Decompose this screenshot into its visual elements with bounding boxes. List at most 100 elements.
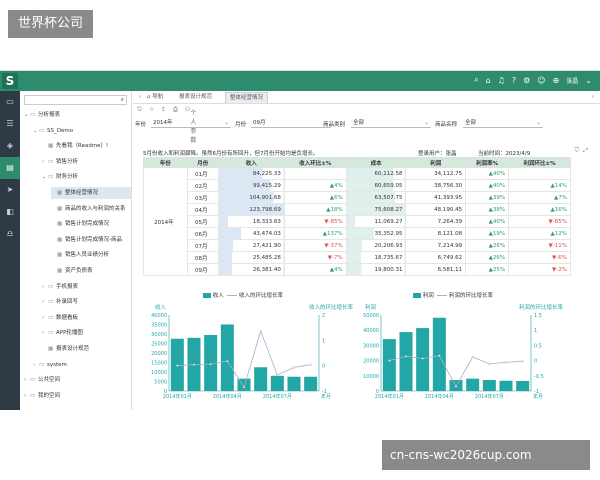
tree-node[interactable]: › ▭ APP轮播图 <box>42 327 131 339</box>
y-tick-label: 30000 <box>363 343 379 349</box>
tab-bar: ‹ ⌂ 导航 报表设计规范 整体经营情况 › <box>133 91 600 104</box>
table-header-cell[interactable]: 收入 <box>217 157 285 168</box>
report-icon[interactable]: ▤ <box>0 157 20 179</box>
tree-node[interactable]: › ▭ 我的空间 <box>24 390 131 402</box>
table-cell-margin: ▲26% <box>465 239 510 252</box>
tab-nav[interactable]: ⌂ 导航 <box>143 92 167 103</box>
tree-node[interactable]: ▦ 商品的收入与利润的关系 <box>51 203 131 215</box>
table-header-cell[interactable]: 成本 <box>345 157 407 168</box>
tree-search-input[interactable]: ⌕ <box>24 95 127 105</box>
table-cell-profit: 6,581.11 <box>405 263 467 276</box>
app-window: S ⌕ ⌂ ♫ ? ⚙ ☺ ⊕ 张晶 ⌄ ▭ ☰ ◈ ▤ ➤ ◧ ♎ ⌕ ⌄▭ 分… <box>0 70 600 410</box>
table-cell-month: 03月 <box>186 191 219 204</box>
table-cell-margin: ▲38% <box>465 203 510 216</box>
tree-node-label: 我的空间 <box>38 392 61 399</box>
legend-bar-swatch <box>203 293 211 298</box>
table-cell-margin: ▲40% <box>465 167 510 180</box>
bell-icon[interactable]: ♫ <box>498 76 505 85</box>
fullscreen-icon[interactable]: ⤢ <box>583 147 588 155</box>
report-icon: ▦ <box>57 252 63 259</box>
bag-icon[interactable]: ◧ <box>0 201 20 223</box>
tree-node[interactable]: ▦ 销售人员业绩分析 <box>51 249 131 261</box>
table-cell-margin: ▲19% <box>465 227 510 240</box>
help-icon[interactable]: ? <box>512 76 516 85</box>
home-icon[interactable]: ⌂ <box>486 76 491 85</box>
app-logo[interactable]: S <box>2 73 18 89</box>
category-select[interactable]: 全部 ⌄ <box>351 118 431 128</box>
language-icon[interactable]: ⊕ <box>553 76 560 85</box>
toolbar: ⎋ ☆ ⇪ ⎙ ⚇ 个人参数 <box>133 104 600 144</box>
table-header-cell[interactable]: 利润 <box>405 157 467 168</box>
tree-node[interactable]: ⌄▭ 财务分析 <box>42 171 131 183</box>
top-bar: S ⌕ ⌂ ♫ ? ⚙ ☺ ⊕ 张晶 ⌄ <box>0 71 600 91</box>
table-header-cell[interactable]: 收入环比±% <box>283 157 347 168</box>
x-tick-label: 2014年07月 <box>475 393 504 400</box>
y-tick-label: 5000 <box>154 380 167 386</box>
folder-icon: ▭ <box>48 330 54 337</box>
table-cell-month: 02月 <box>186 179 219 192</box>
growth-point <box>292 366 296 369</box>
table-cell-cost: 19,800.31 <box>345 263 407 276</box>
folder-icon: ▭ <box>30 377 36 384</box>
back-icon[interactable]: ⎋ <box>137 106 142 114</box>
table-header-cell[interactable]: 年份 <box>143 157 188 168</box>
print-icon[interactable]: ⎙ <box>173 106 178 114</box>
user-name[interactable]: 张晶 <box>566 76 578 85</box>
cube-icon[interactable]: ◈ <box>0 135 20 157</box>
watermark-bottom: cn-cns-wc2026cup.com <box>382 440 590 470</box>
table-body: 2014年 01月 84,225.33 60,112.58 34,112.75 ▲40% 0… <box>143 167 571 276</box>
tree-node[interactable]: › ▭ 补录回写 <box>42 296 131 308</box>
filter-icon[interactable]: ⛉ <box>575 147 580 155</box>
table-cell-profit-mom: ▼-2% <box>508 263 571 276</box>
export-icon[interactable]: ⇪ <box>161 106 166 113</box>
table-cell-margin: ▲26% <box>465 251 510 264</box>
tree-node[interactable]: ▦ 销售计划完成情况-商品 <box>51 234 131 246</box>
legend-label: 利润 <box>422 293 434 299</box>
tree-node[interactable]: › ▭ 销售分析 <box>42 156 131 168</box>
tree-node[interactable]: ⌄▭ SS_Demo <box>33 125 131 137</box>
monitor-icon[interactable]: ▭ <box>0 91 20 113</box>
star-icon[interactable]: ☆ <box>149 106 154 113</box>
name-select[interactable]: 全部 ⌄ <box>463 118 543 128</box>
person-icon[interactable]: ⚇ 个人参数 <box>185 106 196 144</box>
tree-node[interactable]: ▦ 整体经营情况 <box>51 187 131 199</box>
growth-point <box>309 363 312 366</box>
x-tick-label: 2014年04月 <box>425 393 454 400</box>
database-icon[interactable]: ☰ <box>0 113 20 135</box>
tree-node[interactable]: › ▭ 手机报表 <box>42 281 131 293</box>
tab-overview[interactable]: 整体经营情况 <box>225 92 269 103</box>
table-header-cell[interactable]: 月份 <box>186 157 219 168</box>
table-row: 02月 99,415.29 ▲4% 60,659.05 38,756.30 ▲40% ▲14… <box>144 179 571 192</box>
tree-node[interactable]: ⌄▭ 分析报表 <box>24 109 131 121</box>
year-select[interactable]: 2014年 ⌄ <box>151 118 231 128</box>
report-actions: ⛉ ⤢ <box>575 147 588 155</box>
chevron-down-icon[interactable]: ⌄ <box>585 76 592 85</box>
tab-next-icon[interactable]: › <box>588 92 598 103</box>
tree-node[interactable]: ▦ 资产负债表 <box>51 265 131 277</box>
tree-node[interactable]: › ▭ system <box>33 359 131 371</box>
x-tick-label: 2014年01月 <box>163 393 192 400</box>
headset-icon[interactable]: ♎ <box>0 223 20 245</box>
tree-node[interactable]: ▦ 报表设计规范 <box>42 343 131 355</box>
main-panel: ‹ ⌂ 导航 报表设计规范 整体经营情况 › ⎋ ☆ ⇪ ⎙ ⚇ 个人参数 年份 … <box>133 91 600 410</box>
tab-spec[interactable]: 报表设计规范 <box>175 92 216 103</box>
tree-node[interactable]: ▦ 先看我（Readme）! <box>42 140 131 152</box>
table-cell-income: 18,333.63 <box>217 215 285 228</box>
table-header-cell[interactable]: 利润率% <box>465 157 510 168</box>
tree-node[interactable]: › ▭ 公共空间 <box>24 374 131 386</box>
table-cell-cost: 63,507.75 <box>345 191 407 204</box>
settings-icon[interactable]: ⚙ <box>523 76 530 85</box>
send-icon[interactable]: ➤ <box>0 179 20 201</box>
chat-icon[interactable]: ☺ <box>537 76 545 85</box>
chevron-down-icon: ⌄ <box>536 120 541 126</box>
tree-node-label: 销售人员业绩分析 <box>65 252 110 259</box>
folder-icon: ▭ <box>48 174 54 181</box>
login-user: 登录用户：张晶 <box>418 151 457 157</box>
tree-node[interactable]: › ▭ 数据看板 <box>42 312 131 324</box>
tree-node[interactable]: ▦ 销售计划完成情况 <box>51 218 131 230</box>
table-header-cell[interactable]: 利润环比±% <box>508 157 571 168</box>
search-icon[interactable]: ⌕ <box>474 75 478 85</box>
month-select[interactable]: 09月 ⌄ <box>251 118 331 128</box>
table-cell-month: 06月 <box>186 227 219 240</box>
name-value: 全部 <box>465 120 477 126</box>
